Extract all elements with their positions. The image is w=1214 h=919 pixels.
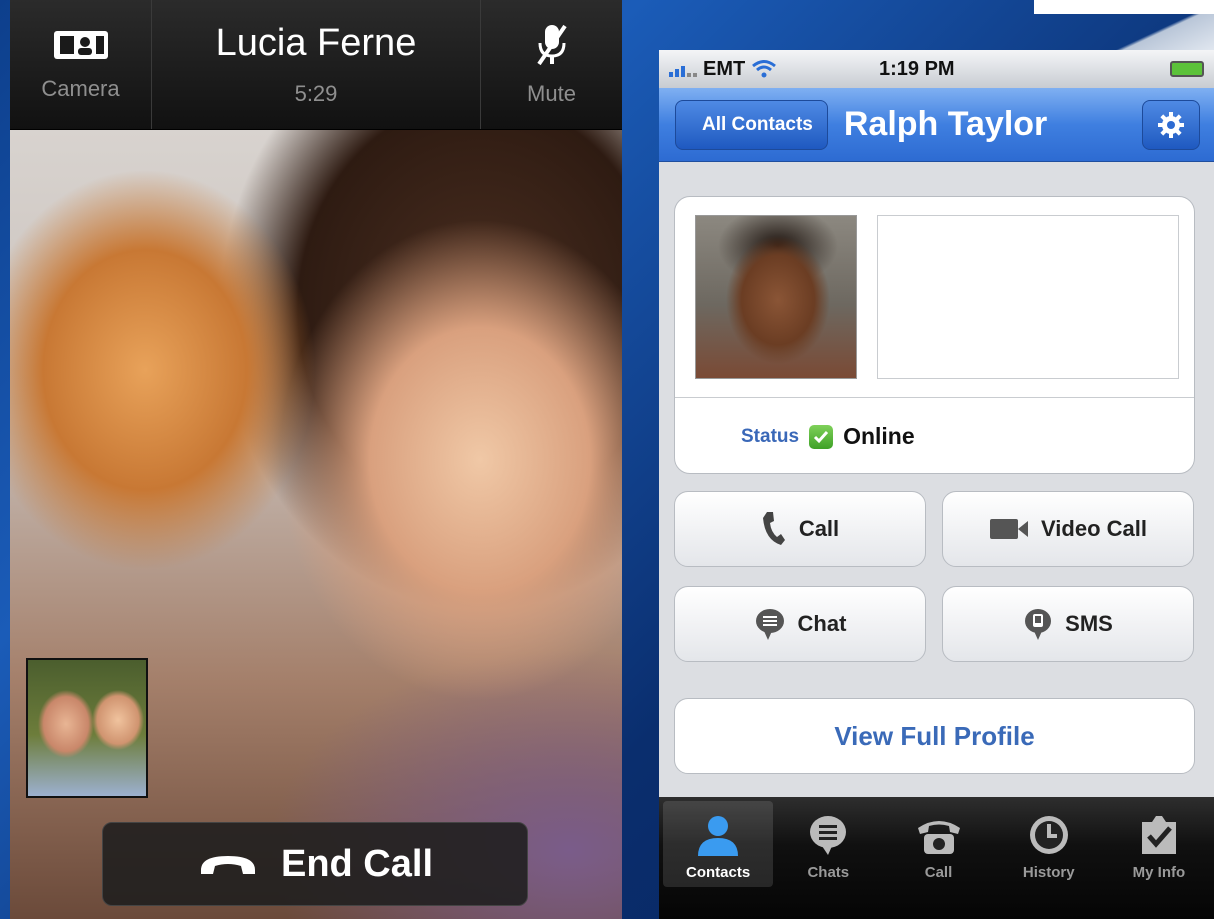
call-timer: 5:29 xyxy=(294,81,338,106)
mic-muted-icon xyxy=(536,24,567,65)
contact-detail-screen: EMT 1:19 PM All Contacts Ralph Taylor St… xyxy=(659,50,1214,919)
remote-video-feed: End Call xyxy=(10,130,622,919)
clock-icon xyxy=(1029,816,1068,854)
mute-label: Mute xyxy=(527,80,576,106)
camera-label: Camera xyxy=(41,75,120,101)
wifi-icon xyxy=(752,60,777,78)
camera-button[interactable]: Camera xyxy=(10,0,152,129)
online-check-icon xyxy=(809,424,834,449)
carrier-info: EMT xyxy=(669,58,879,81)
tab-my-info[interactable]: My Info xyxy=(1104,797,1214,887)
view-full-profile-button[interactable]: View Full Profile xyxy=(674,698,1195,774)
status-label: Status xyxy=(741,425,800,447)
video-call-button[interactable]: Video Call xyxy=(942,491,1194,567)
sms-bubble-icon xyxy=(1025,609,1052,640)
video-call-label: Video Call xyxy=(1041,516,1147,541)
contact-avatar xyxy=(695,215,857,379)
clock: 1:19 PM xyxy=(879,57,955,80)
call-label: Call xyxy=(798,516,840,541)
caller-name: Lucia Ferne xyxy=(215,22,417,64)
tab-label: History xyxy=(1022,864,1075,881)
profile-card: Status Online xyxy=(674,196,1195,474)
call-button[interactable]: Call xyxy=(674,491,926,567)
call-header: Camera Lucia Ferne 5:29 Mute xyxy=(10,0,622,130)
tab-call[interactable]: Call xyxy=(883,797,993,887)
person-icon xyxy=(698,816,739,856)
contact-content: Status Online Call Video Call Chat SMS V… xyxy=(659,162,1214,797)
telephone-icon xyxy=(917,821,960,854)
video-camera-icon xyxy=(990,519,1029,539)
carrier-name: EMT xyxy=(703,57,746,80)
end-call-button[interactable]: End Call xyxy=(102,822,528,906)
tab-label: My Info xyxy=(1132,864,1186,881)
chat-bubble-icon xyxy=(755,609,784,640)
chat-button[interactable]: Chat xyxy=(674,586,926,662)
tab-label: Contacts xyxy=(686,864,751,881)
camera-switch-icon xyxy=(53,30,108,59)
chat-bubble-icon xyxy=(810,816,847,855)
background-strip xyxy=(1034,0,1214,14)
tab-history[interactable]: History xyxy=(994,797,1104,887)
all-contacts-back-button[interactable]: All Contacts xyxy=(675,99,828,150)
gear-icon xyxy=(1158,111,1184,138)
settings-button[interactable] xyxy=(1142,99,1200,150)
sms-button[interactable]: SMS xyxy=(942,586,1194,662)
end-call-label: End Call xyxy=(280,842,434,885)
battery-icon xyxy=(1170,61,1204,77)
card-divider xyxy=(675,397,1194,398)
handset-icon xyxy=(762,512,785,545)
tab-label: Chats xyxy=(807,864,850,881)
tab-contacts[interactable]: Contacts xyxy=(663,801,774,887)
tab-bar: Contacts Chats Call History My Info xyxy=(659,797,1214,919)
phone-hangup-icon xyxy=(200,856,255,874)
sms-label: SMS xyxy=(1065,611,1113,636)
checkmark-icon xyxy=(1141,816,1176,854)
tab-chats[interactable]: Chats xyxy=(773,797,883,887)
signal-icon xyxy=(669,61,697,77)
tab-label: Call xyxy=(924,864,953,881)
status-bar: EMT 1:19 PM xyxy=(659,50,1214,88)
mute-button[interactable]: Mute xyxy=(480,0,622,129)
self-video-preview[interactable] xyxy=(26,658,148,798)
navigation-bar: All Contacts Ralph Taylor xyxy=(659,88,1214,162)
chat-label: Chat xyxy=(797,611,847,636)
mood-message-box xyxy=(877,215,1179,379)
video-call-screen: Camera Lucia Ferne 5:29 Mute End Call xyxy=(10,0,622,919)
status-value: Online xyxy=(843,423,915,449)
caller-info: Lucia Ferne 5:29 xyxy=(152,0,480,129)
presence-row: Status Online xyxy=(741,423,915,450)
contact-name-title: Ralph Taylor xyxy=(843,105,1048,143)
